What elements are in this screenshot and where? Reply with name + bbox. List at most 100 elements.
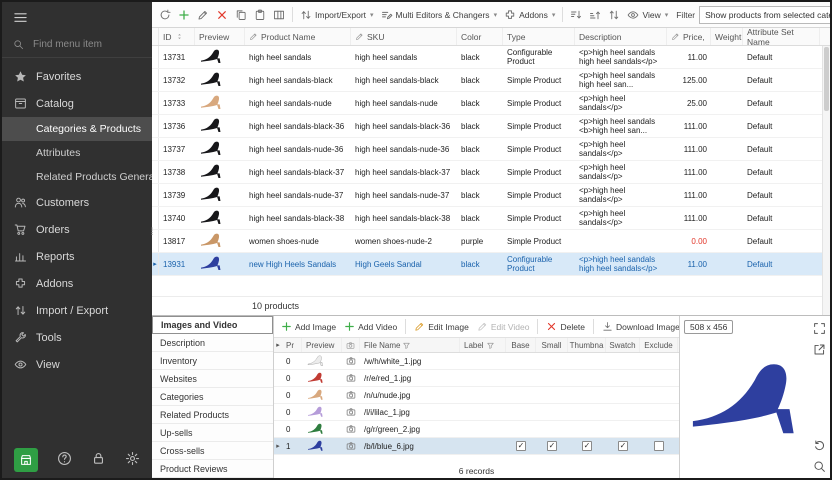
- tab-inventory[interactable]: Inventory: [152, 352, 273, 370]
- paste-button[interactable]: [251, 5, 269, 24]
- sidebar-item-favorites[interactable]: Favorites: [2, 63, 152, 90]
- edit-video-button[interactable]: Edit Video: [474, 317, 533, 336]
- checkbox-swatch[interactable]: ✓: [618, 441, 628, 451]
- import-export-dropdown[interactable]: Import/Export▾: [297, 5, 377, 24]
- sidebar-item-addons[interactable]: Addons: [2, 270, 152, 297]
- column-header-label[interactable]: Label: [460, 338, 506, 352]
- column-header-preview[interactable]: Preview: [195, 28, 245, 45]
- column-header-color[interactable]: Color: [457, 28, 503, 45]
- tab-up-sells[interactable]: Up-sells: [152, 424, 273, 442]
- column-header-swatch[interactable]: Swatch: [606, 338, 640, 352]
- image-row[interactable]: 0/n/u/nude.jpg: [274, 387, 679, 404]
- sidebar-splitter[interactable]: ⁞: [149, 230, 155, 236]
- sidebar-item-related-products-generator[interactable]: Related Products Generator: [2, 165, 152, 189]
- checkbox-small[interactable]: ✓: [547, 441, 557, 451]
- view-dropdown[interactable]: View▾: [624, 5, 671, 24]
- delete-button[interactable]: Delete: [543, 317, 588, 336]
- column-header-preview[interactable]: Preview: [302, 338, 342, 352]
- column-header-file-name[interactable]: File Name: [360, 338, 460, 352]
- vertical-scrollbar[interactable]: [822, 46, 830, 315]
- sidebar-item-tools[interactable]: Tools: [2, 324, 152, 351]
- image-row[interactable]: 0/l/i/lilac_1.jpg: [274, 404, 679, 421]
- table-row[interactable]: 13817women shoes-nudewomen shoes-nude-2p…: [152, 230, 830, 253]
- menu-search-input[interactable]: [31, 38, 131, 51]
- zoom-icon[interactable]: [811, 458, 827, 474]
- sidebar-item-attributes[interactable]: Attributes: [2, 141, 152, 165]
- fullscreen-icon[interactable]: [811, 320, 827, 336]
- category-filter-select[interactable]: Show products from selected categories ▾: [699, 6, 830, 24]
- table-row[interactable]: 13733high heel sandals-nudehigh heel san…: [152, 92, 830, 115]
- table-row[interactable]: 13739high heel sandals-nude-37high heel …: [152, 184, 830, 207]
- column-header-pr[interactable]: Pr: [282, 338, 302, 352]
- tab-description[interactable]: Description: [152, 334, 273, 352]
- checkbox-thumbna[interactable]: ✓: [582, 441, 592, 451]
- sort-desc-button[interactable]: [586, 5, 604, 24]
- table-row[interactable]: 13732high heel sandals-blackhigh heel sa…: [152, 69, 830, 92]
- edit-button[interactable]: [194, 5, 212, 24]
- column-header-product-name[interactable]: Product Name: [245, 28, 351, 45]
- swap-button[interactable]: [605, 5, 623, 24]
- download-image-button[interactable]: Download Image: [599, 317, 679, 336]
- checkbox-exclude[interactable]: [654, 441, 664, 451]
- add-image-button[interactable]: Add Image: [278, 317, 339, 336]
- table-row[interactable]: 13731high heel sandalshigh heel sandalsb…: [152, 46, 830, 69]
- table-row[interactable]: 13740high heel sandals-black-38high heel…: [152, 207, 830, 230]
- tab-related-products[interactable]: Related Products: [152, 406, 273, 424]
- sort-asc-button[interactable]: [567, 5, 585, 24]
- open-external-icon[interactable]: [811, 341, 827, 357]
- column-header-base[interactable]: Base: [506, 338, 536, 352]
- column-header-price[interactable]: Price,: [667, 28, 711, 45]
- help-button[interactable]: [57, 451, 72, 469]
- delete-button[interactable]: [213, 5, 231, 24]
- add-button[interactable]: [175, 5, 193, 24]
- table-row[interactable]: 13738high heel sandals-black-37high heel…: [152, 161, 830, 184]
- refresh-button[interactable]: [156, 5, 174, 24]
- lock-button[interactable]: [91, 451, 106, 469]
- table-row[interactable]: 13736high heel sandals-black-36high heel…: [152, 115, 830, 138]
- sidebar-item-customers[interactable]: Customers: [2, 189, 152, 216]
- hamburger-menu-icon[interactable]: [13, 10, 28, 25]
- image-row[interactable]: ▸1/b/l/blue_6.jpg✓✓✓✓: [274, 438, 679, 455]
- sidebar-item-view[interactable]: View: [2, 351, 152, 378]
- store-button[interactable]: [14, 448, 38, 472]
- sidebar-item-categories-products[interactable]: Categories & Products: [2, 117, 152, 141]
- multi-editors-changers-dropdown[interactable]: Multi Editors & Changers▾: [378, 5, 501, 24]
- table-row[interactable]: ▸13931new High Heels SandalsHigh Geels S…: [152, 253, 830, 276]
- column-header-description[interactable]: Description: [575, 28, 667, 45]
- column-header-weight[interactable]: Weight: [711, 28, 743, 45]
- column-header-small[interactable]: Small: [536, 338, 568, 352]
- rotate-icon[interactable]: [811, 437, 827, 453]
- cell-type: Simple Product: [503, 115, 575, 137]
- gear-button[interactable]: [125, 451, 140, 469]
- add-video-button[interactable]: Add Video: [341, 317, 400, 336]
- column-header-type[interactable]: Type: [503, 28, 575, 45]
- tab-cross-sells[interactable]: Cross-sells: [152, 442, 273, 460]
- sidebar-item-import-export[interactable]: Import / Export: [2, 297, 152, 324]
- column-header-camera[interactable]: [342, 338, 360, 352]
- sidebar-item-catalog[interactable]: Catalog: [2, 90, 152, 117]
- funnel-small-icon: [402, 341, 411, 350]
- addons-dropdown[interactable]: Addons▾: [501, 5, 558, 24]
- image-row[interactable]: 0/g/r/green_2.jpg: [274, 421, 679, 438]
- sidebar-item-orders[interactable]: Orders: [2, 216, 152, 243]
- tab-categories[interactable]: Categories: [152, 388, 273, 406]
- image-row[interactable]: 0/w/h/white_1.jpg: [274, 353, 679, 370]
- image-row[interactable]: 0/r/e/red_1.jpg: [274, 370, 679, 387]
- copy-button[interactable]: [232, 5, 250, 24]
- column-header-thumbna[interactable]: Thumbna: [568, 338, 606, 352]
- table-row[interactable]: 13737high heel sandals-nude-36high heel …: [152, 138, 830, 161]
- columns-button[interactable]: [270, 5, 288, 24]
- tab-images-and-video[interactable]: Images and Video: [152, 316, 273, 334]
- edit-image-button[interactable]: Edit Image: [411, 317, 472, 336]
- column-header-id[interactable]: ID: [159, 28, 195, 45]
- column-header-exclude[interactable]: Exclude: [640, 338, 678, 352]
- cell-label: [460, 438, 506, 454]
- sidebar-item-reports[interactable]: Reports: [2, 243, 152, 270]
- column-header-attribute-set-name[interactable]: Attribute Set Name: [743, 28, 820, 45]
- tab-websites[interactable]: Websites: [152, 370, 273, 388]
- tab-product-reviews[interactable]: Product Reviews: [152, 460, 273, 478]
- column-header-sku[interactable]: SKU: [351, 28, 457, 45]
- checkbox-base[interactable]: ✓: [516, 441, 526, 451]
- scrollbar-thumb[interactable]: [824, 47, 829, 111]
- column-label: Attribute Set Name: [747, 28, 815, 45]
